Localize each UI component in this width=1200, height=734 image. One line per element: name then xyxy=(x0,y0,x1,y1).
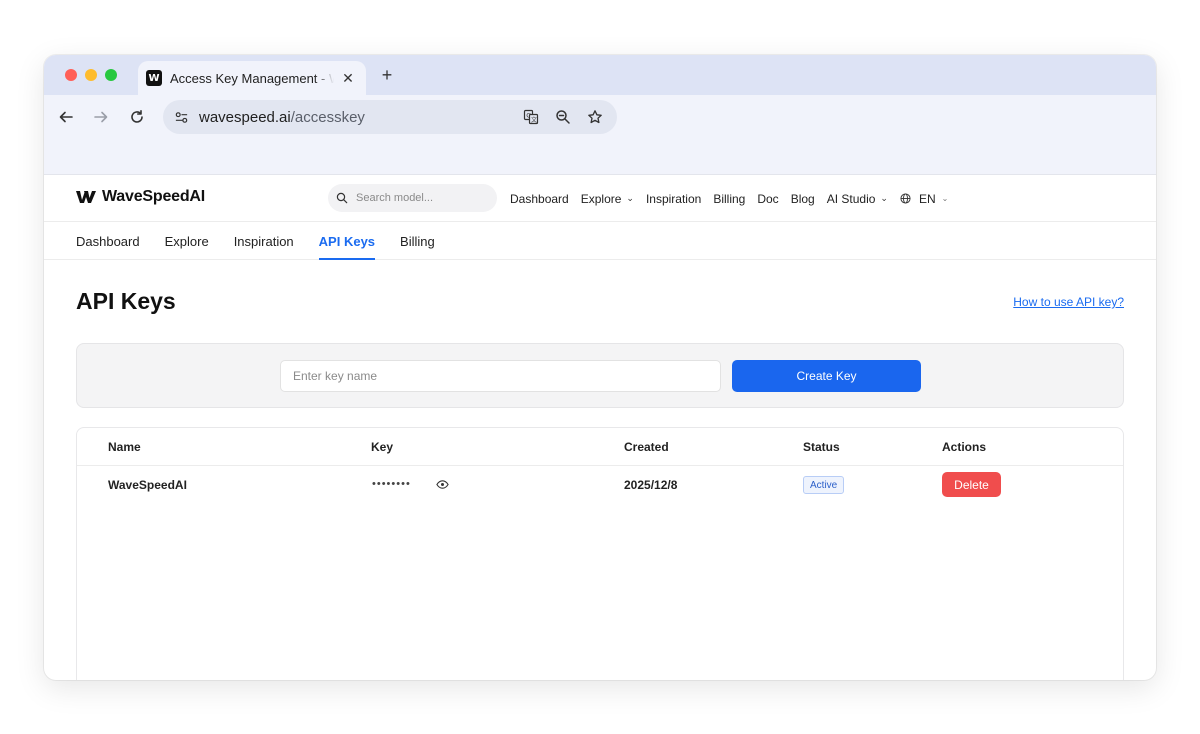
key-name-input[interactable] xyxy=(280,360,721,392)
site-logo[interactable]: WaveSpeedAI xyxy=(76,188,205,206)
url-path: /accesskey xyxy=(290,108,365,126)
globe-icon xyxy=(900,193,911,204)
create-key-panel: Create Key xyxy=(76,343,1124,408)
nav-inspiration[interactable]: Inspiration xyxy=(646,192,701,206)
table-row: WaveSpeedAI •••••••• 2025/12/8 Active De… xyxy=(77,466,1123,504)
tab-title: Access Key Management - WaveSpeedAI xyxy=(170,70,334,86)
nav-ai-studio[interactable]: AI Studio ⌄ xyxy=(827,192,888,206)
tab-inspiration[interactable]: Inspiration xyxy=(234,222,294,260)
eye-icon[interactable] xyxy=(436,479,449,490)
arrow-left-icon xyxy=(59,111,73,123)
column-key: Key xyxy=(371,440,394,454)
bookmark-star-icon[interactable] xyxy=(585,107,605,127)
search-icon xyxy=(336,192,348,204)
chevron-down-icon: ⌄ xyxy=(626,193,634,203)
page-title: API Keys xyxy=(76,288,176,314)
zoom-out-icon[interactable] xyxy=(553,107,573,127)
language-selector[interactable]: EN ⌄ xyxy=(900,192,948,206)
language-label: EN xyxy=(918,191,936,206)
logo-text: WaveSpeedAI xyxy=(102,188,206,205)
site-settings-icon[interactable] xyxy=(171,107,191,127)
chevron-down-icon: ⌄ xyxy=(880,193,888,203)
key-name-cell: WaveSpeedAI xyxy=(108,478,187,492)
tab-explore[interactable]: Explore xyxy=(165,222,209,260)
url-text: wavespeed.ai/accesskey xyxy=(199,109,521,126)
nav-explore-label: Explore xyxy=(580,191,622,206)
reload-icon xyxy=(131,110,143,123)
column-name: Name xyxy=(108,440,141,454)
search-placeholder: Search model... xyxy=(356,192,434,204)
tab-strip: W Access Key Management - WaveSpeedAI ✕ … xyxy=(44,55,1156,95)
translate-icon[interactable]: G文 xyxy=(521,107,541,127)
status-badge: Active xyxy=(803,476,845,494)
nav-billing[interactable]: Billing xyxy=(713,192,745,206)
created-date-cell: 2025/12/8 xyxy=(624,478,678,492)
nav-blog[interactable]: Blog xyxy=(791,192,815,206)
masked-key-cell: •••••••• xyxy=(372,478,411,490)
nav-explore[interactable]: Explore ⌄ xyxy=(581,192,634,206)
nav-ai-studio-label: AI Studio xyxy=(826,191,876,206)
favicon-icon: W xyxy=(146,70,162,86)
model-search-box[interactable]: Search model... xyxy=(328,184,497,212)
browser-toolbar: wavespeed.ai/accesskey G文 xyxy=(44,95,1156,175)
wave-logo-icon xyxy=(76,191,96,203)
address-bar[interactable]: wavespeed.ai/accesskey G文 xyxy=(163,100,617,134)
close-tab-icon[interactable]: ✕ xyxy=(340,70,356,86)
how-to-use-api-key-link[interactable]: How to use API key? xyxy=(1013,295,1124,309)
window-controls xyxy=(65,69,117,81)
header-nav: Dashboard Explore ⌄ Inspiration Billing D… xyxy=(510,175,948,222)
tab-billing[interactable]: Billing xyxy=(400,222,435,260)
browser-tab[interactable]: W Access Key Management - WaveSpeedAI ✕ xyxy=(138,61,366,95)
site-header: WaveSpeedAI Search model... Dashboard Ex… xyxy=(44,175,1156,222)
reload-button[interactable] xyxy=(126,106,148,128)
close-window-button[interactable] xyxy=(65,69,77,81)
svg-text:文: 文 xyxy=(531,116,537,124)
api-keys-table: Name Key Created Status Actions WaveSpee… xyxy=(76,427,1124,680)
delete-key-button[interactable]: Delete xyxy=(942,472,1001,497)
column-created: Created xyxy=(624,440,669,454)
minimize-window-button[interactable] xyxy=(85,69,97,81)
sub-navigation: Dashboard Explore Inspiration API Keys B… xyxy=(44,222,1156,260)
browser-window: W Access Key Management - WaveSpeedAI ✕ … xyxy=(44,55,1156,680)
create-key-button[interactable]: Create Key xyxy=(732,360,921,392)
nav-dashboard[interactable]: Dashboard xyxy=(510,192,569,206)
chevron-down-icon: ⌄ xyxy=(941,194,949,203)
forward-button[interactable] xyxy=(90,106,112,128)
new-tab-button[interactable]: + xyxy=(376,64,398,86)
arrow-right-icon xyxy=(94,111,108,123)
tab-api-keys[interactable]: API Keys xyxy=(318,222,376,260)
column-status: Status xyxy=(803,440,840,454)
url-domain: wavespeed.ai xyxy=(199,108,291,126)
back-button[interactable] xyxy=(55,106,77,128)
table-header: Name Key Created Status Actions xyxy=(77,428,1123,466)
column-actions: Actions xyxy=(942,440,987,454)
maximize-window-button[interactable] xyxy=(105,69,117,81)
tab-dashboard[interactable]: Dashboard xyxy=(76,222,140,260)
nav-doc[interactable]: Doc xyxy=(757,192,778,206)
